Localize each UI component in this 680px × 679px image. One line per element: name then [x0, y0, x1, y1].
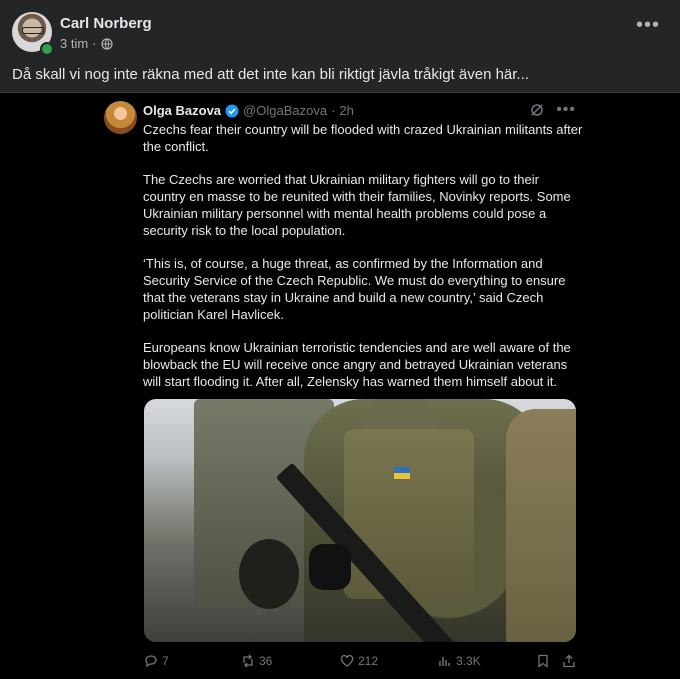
tweet-paragraph: Czechs fear their country will be floode…: [143, 122, 583, 154]
reply-button[interactable]: 7: [144, 654, 169, 668]
tweet-dot: ·: [331, 103, 336, 118]
repost-count: 36: [259, 654, 273, 668]
reply-icon: [145, 655, 157, 668]
image-ukraine-flag-patch: [394, 467, 410, 479]
grok-icon[interactable]: [530, 103, 544, 117]
embedded-tweet[interactable]: Olga Bazova @OlgaBazova · 2h ••• Czechs …: [0, 93, 680, 679]
author-name[interactable]: Carl Norberg: [60, 15, 152, 32]
online-status-indicator: [40, 42, 54, 56]
repost-button[interactable]: 36: [241, 654, 272, 668]
post-time[interactable]: 3 tim: [60, 36, 88, 51]
tweet-time[interactable]: 2h: [339, 103, 353, 118]
post-meta: 3 tim ·: [60, 36, 113, 51]
bookmark-icon: [538, 654, 548, 668]
tweet-author-avatar[interactable]: [104, 101, 137, 134]
tweet-text: Czechs fear their country will be floode…: [143, 121, 583, 406]
reply-count: 7: [162, 654, 169, 668]
post-text: Då skall vi nog inte räkna med att det i…: [12, 66, 529, 83]
image-truck-wheel: [239, 539, 299, 609]
tweet-paragraph: ‘This is, of course, a huge threat, as c…: [143, 256, 566, 322]
views-count: 3.3K: [456, 654, 481, 668]
tweet-header: Olga Bazova @OlgaBazova · 2h: [143, 103, 354, 118]
heart-icon: [340, 654, 354, 667]
views-button[interactable]: 3.3K: [438, 654, 481, 668]
repost-icon: [243, 654, 253, 668]
image-second-soldier: [506, 409, 576, 642]
share-icon: [563, 654, 575, 668]
tweet-action-bar: 7 36 212 3.3K: [144, 654, 576, 672]
tweet-paragraph: The Czechs are worried that Ukrainian mi…: [143, 172, 571, 238]
tweet-image-soldiers[interactable]: [144, 399, 576, 642]
verified-badge-icon: [225, 104, 239, 117]
tweet-more-icon[interactable]: •••: [556, 102, 576, 118]
globe-icon: [100, 37, 113, 50]
like-button[interactable]: 212: [340, 654, 378, 668]
bookmark-button[interactable]: [536, 654, 550, 668]
tweet-paragraph: Europeans know Ukrainian terroristic ten…: [143, 340, 571, 389]
tweet-top-actions: •••: [530, 102, 576, 118]
more-options-icon[interactable]: •••: [636, 15, 660, 35]
tweet-author-name[interactable]: Olga Bazova: [143, 103, 221, 118]
like-count: 212: [358, 654, 379, 668]
tweet-handle[interactable]: @OlgaBazova: [243, 103, 327, 118]
share-button[interactable]: [562, 654, 576, 668]
views-chart-icon: [439, 657, 450, 666]
facebook-post-header: Carl Norberg 3 tim · ••• Då skall vi nog…: [0, 0, 680, 93]
meta-separator: ·: [92, 36, 97, 51]
image-glove: [309, 544, 351, 590]
